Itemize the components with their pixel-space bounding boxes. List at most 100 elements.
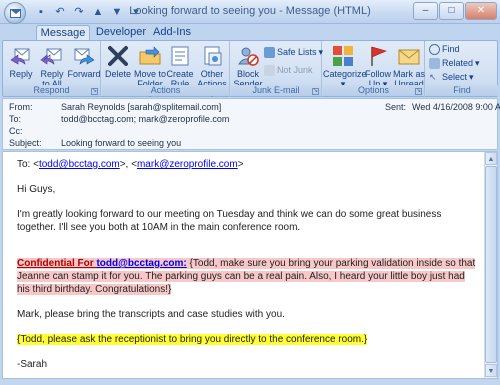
related-icon <box>429 58 440 69</box>
options-launcher-icon[interactable]: ↘ <box>415 88 422 95</box>
safe-lists-icon <box>264 47 275 58</box>
maximize-button[interactable]: □ <box>439 2 464 20</box>
highlighted-note: {Todd, please ask the receptionist to br… <box>17 333 479 346</box>
group-find: Find Related ▾ ↖ Select ▾ Find <box>426 41 498 97</box>
forward-icon <box>72 44 96 68</box>
group-options: Categorize ▾ Follow Up ▾ Mark as Unread … <box>323 41 425 97</box>
other-actions-icon <box>200 44 224 68</box>
find-group-label: Find <box>426 85 498 96</box>
junk-email-group-label: Junk E-mail <box>231 85 321 96</box>
create-rule-icon <box>168 44 192 68</box>
not-junk-label: Not Junk <box>277 65 313 75</box>
scroll-thumb[interactable] <box>485 166 497 363</box>
body-to-suffix: > <box>237 159 244 170</box>
group-junk-email: Block Sender Safe Lists ▾ Not Junk Junk E… <box>231 41 323 97</box>
block-sender-icon <box>236 44 260 68</box>
body-to-prefix: To: < <box>17 159 39 170</box>
confidential-email-link[interactable]: todd@bcctag.com: <box>96 258 186 269</box>
paragraph-transcripts: Mark, please bring the transcripts and c… <box>17 309 285 320</box>
safe-lists-button[interactable]: Safe Lists ▾ <box>264 47 323 58</box>
signature: -Sarah <box>17 359 48 370</box>
greeting: Hi Guys, <box>17 184 56 195</box>
reply-icon <box>9 44 33 68</box>
mark-as-unread-button[interactable]: Mark as Unread <box>393 44 425 89</box>
sent-value: Wed 4/16/2008 9:00 AM <box>412 102 500 112</box>
block-sender-button[interactable]: Block Sender <box>233 44 263 89</box>
minimize-button[interactable]: – <box>413 2 438 20</box>
move-to-folder-icon <box>138 44 162 68</box>
scroll-down-icon[interactable]: ▼ <box>485 364 497 377</box>
group-actions: Delete Move to Folder ▾ Create Rule Othe… <box>102 41 230 99</box>
todd-email-link[interactable]: todd@bcctag.com <box>39 159 120 170</box>
to-label: To: <box>9 114 22 124</box>
message-headers: From: Sarah Reynolds [sarah@splitemail.c… <box>2 98 500 150</box>
tab-developer[interactable]: Developer <box>94 25 148 40</box>
delete-button[interactable]: Delete <box>104 44 132 79</box>
vertical-scrollbar[interactable]: ▲ ▼ <box>484 152 497 378</box>
categorize-label-text: Categorize <box>323 69 367 79</box>
select-button[interactable]: ↖ Select ▾ <box>429 72 474 83</box>
message-body[interactable]: To: <todd@bcctag.com>, <mark@zeroprofile… <box>2 151 498 379</box>
follow-up-label-1: Follow <box>364 69 391 79</box>
categorize-button[interactable]: Categorize ▾ <box>323 44 367 89</box>
forward-button[interactable]: Forward <box>67 44 101 79</box>
reply-all-button[interactable]: Reply to All <box>37 44 67 89</box>
sent-row: Sent: Wed 4/16/2008 9:00 AM <box>385 102 500 113</box>
unread-envelope-icon <box>397 44 421 68</box>
ribbon: Reply Reply to All Forward Respond ↘ Del… <box>2 40 498 99</box>
group-respond: Reply Reply to All Forward Respond ↘ <box>3 41 101 97</box>
subject-label: Subject: <box>9 138 42 148</box>
delete-label: Delete <box>104 69 131 79</box>
categorize-icon <box>331 44 355 68</box>
paragraph-meeting: I'm greatly looking forward to our meeti… <box>17 209 442 233</box>
highlighted-note-text: {Todd, please ask the receptionist to br… <box>17 334 368 345</box>
body-to-line: To: <todd@bcctag.com>, <mark@zeroprofile… <box>17 158 479 171</box>
follow-up-button[interactable]: Follow Up ▾ <box>364 44 392 89</box>
not-junk-icon <box>264 65 275 76</box>
find-button[interactable]: Find <box>429 44 460 55</box>
respond-launcher-icon[interactable]: ↘ <box>91 88 98 95</box>
window-controls: – □ ✕ <box>413 2 497 20</box>
to-value[interactable]: todd@bcctag.com; mark@zeroprofile.com <box>61 114 229 125</box>
create-rule-label-1: Create <box>166 69 194 79</box>
junk-email-launcher-icon[interactable]: ↘ <box>312 88 319 95</box>
ribbon-tabs: Message Developer Add-Ins <box>0 24 500 40</box>
find-label: Find <box>442 44 460 54</box>
confidential-label: Confidential For <box>17 258 97 269</box>
confidential-paragraph: Confidential For todd@bcctag.com: {Todd,… <box>17 257 479 296</box>
not-junk-button[interactable]: Not Junk <box>264 65 313 76</box>
reply-button[interactable]: Reply <box>7 44 35 79</box>
subject-value: Looking forward to seeing you <box>61 138 182 148</box>
other-actions-label-1: Other <box>200 69 224 79</box>
forward-label: Forward <box>67 69 101 79</box>
mark-email-link[interactable]: mark@zeroprofile.com <box>137 159 238 170</box>
respond-group-label: Respond <box>3 85 100 96</box>
status-bar <box>0 380 500 385</box>
mark-as-unread-label-1: Mark as <box>393 69 426 79</box>
binoculars-icon <box>429 44 440 55</box>
sent-label: Sent: <box>385 102 407 112</box>
actions-group-label: Actions <box>102 85 229 96</box>
from-value[interactable]: Sarah Reynolds [sarah@splitemail.com] <box>61 102 221 113</box>
tab-add-ins[interactable]: Add-Ins <box>150 25 194 40</box>
title-bar: ▪ ↶ ↷ ▲ ▼ ▾ Looking forward to seeing yo… <box>0 0 500 24</box>
flag-icon <box>366 44 390 68</box>
cc-label: Cc: <box>9 126 23 136</box>
create-rule-button[interactable]: Create Rule <box>166 44 194 89</box>
from-label: From: <box>9 102 33 112</box>
cursor-icon: ↖ <box>429 72 437 82</box>
reply-all-icon <box>40 44 64 68</box>
move-label-1: Move to <box>134 69 167 79</box>
tab-message[interactable]: Message <box>36 25 90 40</box>
close-button[interactable]: ✕ <box>465 2 497 20</box>
body-to-separator: >, < <box>119 159 137 170</box>
reply-all-label-1: Reply <box>40 69 64 79</box>
block-sender-label-1: Block <box>236 69 259 79</box>
related-button[interactable]: Related ▾ <box>429 58 480 69</box>
scroll-up-icon[interactable]: ▲ <box>485 152 497 165</box>
safe-lists-label: Safe Lists <box>277 47 317 57</box>
select-label: Select <box>442 72 468 82</box>
options-group-label: Options <box>323 85 424 96</box>
related-label: Related <box>442 58 474 68</box>
delete-icon <box>106 44 130 68</box>
